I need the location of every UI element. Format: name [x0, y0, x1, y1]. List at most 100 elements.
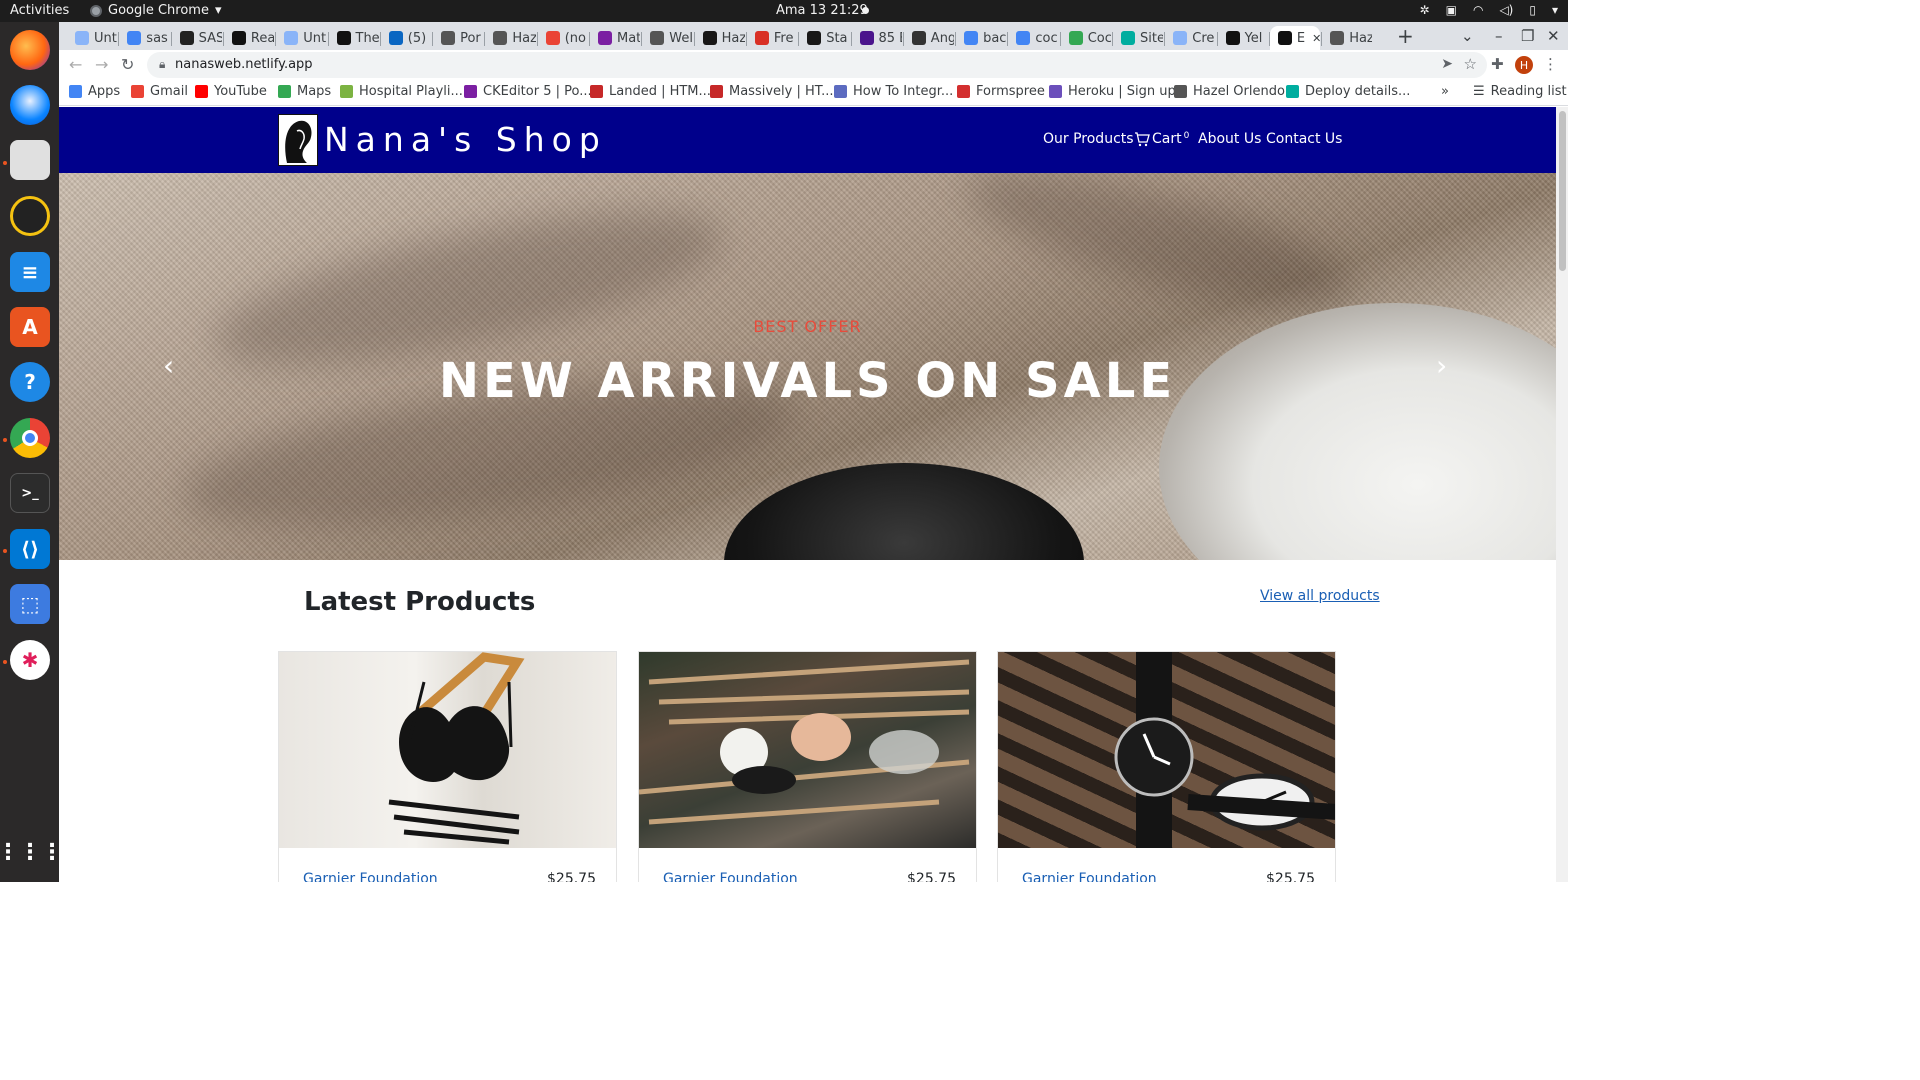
browser-tab[interactable]: Haz	[695, 26, 745, 50]
nav-about-us[interactable]: About Us	[1198, 131, 1261, 147]
bookmark-item[interactable]: Deploy details...	[1286, 84, 1410, 99]
profile-avatar[interactable]: H	[1515, 56, 1533, 74]
browser-tab[interactable]: Mat	[590, 26, 640, 50]
browser-tab[interactable]: Unt	[276, 26, 326, 50]
bookmark-item[interactable]: How To Integr...	[834, 84, 953, 99]
browser-tab[interactable]: Haz	[1322, 26, 1372, 50]
help-icon[interactable]: ?	[10, 362, 50, 402]
page-scrollbar[interactable]	[1556, 107, 1568, 882]
brand-name[interactable]: Nana's Shop	[324, 120, 607, 159]
tab-search-button[interactable]: ⌄	[1461, 27, 1474, 45]
browser-tab[interactable]: 85 E	[852, 26, 902, 50]
browser-tab[interactable]: (no	[538, 26, 588, 50]
power-menu-icon[interactable]: ▾	[1552, 3, 1558, 17]
product-card[interactable]: Garnier Foundation $25.75	[997, 651, 1336, 882]
battery-icon[interactable]: ▯	[1529, 3, 1536, 17]
product-image-wristwatches[interactable]	[998, 652, 1335, 848]
latest-products-section: Latest Products View all products Garnie…	[59, 560, 1556, 882]
product-name[interactable]: Garnier Foundation	[303, 871, 438, 882]
extensions-icon[interactable]: ✚	[1491, 55, 1504, 73]
wifi-icon[interactable]: ◠	[1473, 3, 1483, 17]
bookmark-item[interactable]: CKEditor 5 | Po...	[464, 84, 592, 99]
system-tray[interactable]: ✲ ▣ ◠ ◁) ▯ ▾	[1420, 3, 1558, 17]
browser-tab[interactable]: E ✕	[1269, 26, 1321, 50]
browser-tab[interactable]: Haz	[485, 26, 536, 50]
bookmark-item[interactable]: Hospital Playli...	[340, 84, 463, 99]
browser-tab[interactable]: Sta	[799, 26, 849, 50]
slack-icon[interactable]: ✱	[10, 640, 50, 680]
browser-tab[interactable]: SAS	[172, 26, 222, 50]
app-menu[interactable]: Google Chrome ▾	[90, 3, 222, 18]
bookmarks-overflow-icon[interactable]: »	[1441, 84, 1449, 99]
browser-tab[interactable]: bac	[956, 26, 1006, 50]
bookmark-item[interactable]: Gmail	[131, 84, 188, 99]
product-name[interactable]: Garnier Foundation	[663, 871, 798, 882]
slack-tray-icon[interactable]: ✲	[1420, 3, 1430, 17]
url-text[interactable]: nanasweb.netlify.app	[175, 57, 313, 72]
browser-tab[interactable]: (5) I	[381, 26, 431, 50]
clock[interactable]: Ama 13 21:29	[776, 3, 868, 18]
zoom-tray-icon[interactable]: ▣	[1446, 3, 1457, 17]
bookmark-item[interactable]: Formspree	[957, 84, 1045, 99]
product-image-makeup-brushes[interactable]	[639, 652, 976, 848]
product-image-lingerie[interactable]	[279, 652, 616, 848]
maximize-button[interactable]: ❐	[1521, 27, 1534, 45]
browser-tab[interactable]: Fre	[747, 26, 797, 50]
vscode-icon[interactable]: ⟨⟩	[10, 529, 50, 569]
brand-logo[interactable]	[278, 114, 318, 166]
browser-tab[interactable]: Rea	[224, 26, 274, 50]
bookmark-item[interactable]: Landed | HTM...	[590, 84, 711, 99]
rhythmbox-icon[interactable]	[10, 196, 50, 236]
screenshot-icon[interactable]: ⬚	[10, 584, 50, 624]
browser-tab[interactable]: The	[329, 26, 379, 50]
send-tab-icon[interactable]: ➤	[1441, 56, 1453, 72]
bookmark-item[interactable]: Maps	[278, 84, 331, 99]
new-tab-button[interactable]: +	[1397, 24, 1414, 48]
browser-tab[interactable]: coc	[1008, 26, 1058, 50]
product-card[interactable]: Garnier Foundation $25.75	[638, 651, 977, 882]
browser-tab[interactable]: Wel	[642, 26, 693, 50]
files-icon[interactable]	[10, 140, 50, 180]
product-card[interactable]: Garnier Foundation $25.75	[278, 651, 617, 882]
activities-button[interactable]: Activities	[10, 3, 69, 18]
browser-tab[interactable]: Unt	[67, 26, 117, 50]
browser-tab[interactable]: Yel	[1218, 26, 1268, 50]
chrome-icon[interactable]	[10, 418, 50, 458]
forward-button[interactable]: →	[95, 55, 108, 74]
view-all-products-link[interactable]: View all products	[1260, 588, 1380, 604]
browser-tab[interactable]: Cre	[1165, 26, 1215, 50]
bookmark-item[interactable]: YouTube	[195, 84, 267, 99]
show-apps-icon[interactable]: ⋮⋮⋮	[0, 832, 63, 872]
minimize-button[interactable]: –	[1495, 27, 1503, 45]
nav-contact-us[interactable]: Contact Us	[1266, 131, 1342, 147]
bookmark-item[interactable]: Hazel Orlendo	[1174, 84, 1285, 99]
address-bar[interactable]: 🔒︎ nanasweb.netlify.app ➤ ☆	[147, 52, 1487, 78]
reload-button[interactable]: ↻	[121, 55, 134, 74]
close-tab-icon[interactable]: ✕	[1312, 32, 1320, 45]
browser-tab[interactable]: Ang	[904, 26, 954, 50]
bookmark-item[interactable]: Apps	[69, 84, 120, 99]
browser-tab[interactable]: Por	[433, 26, 483, 50]
tab-favicon-icon	[1277, 31, 1292, 45]
writer-icon[interactable]: ≡	[10, 252, 50, 292]
firefox-icon[interactable]	[10, 30, 50, 70]
nav-our-products[interactable]: Our Products	[1043, 131, 1134, 147]
volume-icon[interactable]: ◁)	[1499, 3, 1513, 17]
lock-icon[interactable]: 🔒︎	[159, 57, 165, 72]
close-window-button[interactable]: ✕	[1547, 27, 1560, 45]
reading-list-button[interactable]: ☰ Reading list	[1473, 84, 1567, 99]
scrollbar-thumb[interactable]	[1559, 111, 1566, 271]
product-name[interactable]: Garnier Foundation	[1022, 871, 1157, 882]
nav-cart[interactable]: Cart 0	[1134, 131, 1189, 147]
bookmark-star-icon[interactable]: ☆	[1464, 55, 1477, 73]
bookmark-item[interactable]: Massively | HT...	[710, 84, 834, 99]
chrome-menu-icon[interactable]: ⋮	[1543, 55, 1558, 73]
browser-tab[interactable]: Site	[1113, 26, 1163, 50]
app-center-icon[interactable]: A	[10, 307, 50, 347]
terminal-icon[interactable]: >_	[10, 473, 50, 513]
browser-tab[interactable]: sas	[119, 26, 169, 50]
bookmark-item[interactable]: Heroku | Sign up	[1049, 84, 1176, 99]
browser-tab[interactable]: Coc	[1061, 26, 1111, 50]
back-button[interactable]: ←	[69, 55, 82, 74]
thunderbird-icon[interactable]	[10, 85, 50, 125]
